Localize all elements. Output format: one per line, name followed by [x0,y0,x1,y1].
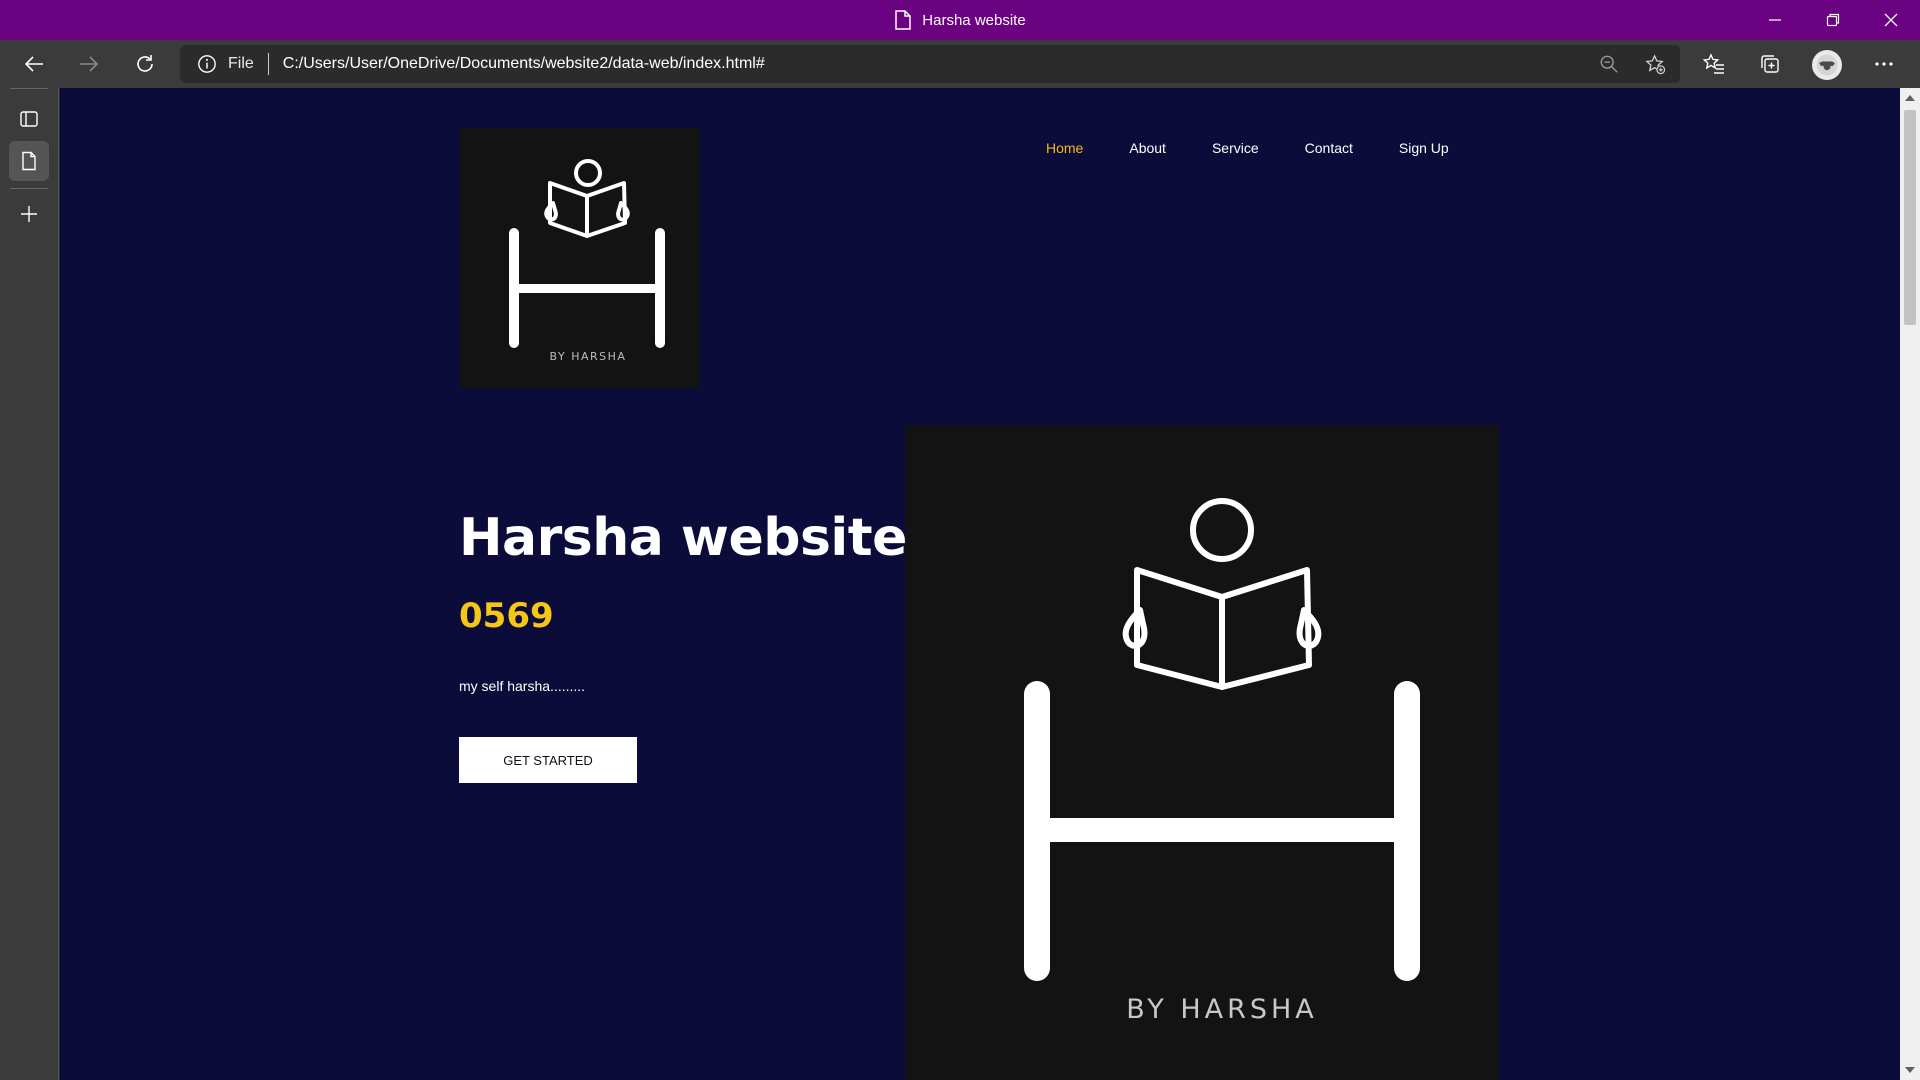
info-icon [198,55,216,73]
get-started-button[interactable]: GET STARTED [459,737,637,783]
site-info-button[interactable] [196,53,218,75]
forward-icon [80,56,99,72]
scroll-thumb[interactable] [1904,110,1916,325]
browser-toolbar: File C:/Users/User/OneDrive/Documents/we… [0,40,1920,88]
collections-icon [1761,55,1779,73]
window-titlebar: Harsha website [0,0,1920,40]
tab-harsha-website[interactable] [9,141,49,181]
scroll-up-arrow[interactable] [1905,95,1915,101]
main-nav: Home About Service Contact Sign Up [1046,136,1495,160]
back-button[interactable] [14,44,54,84]
back-icon [24,56,43,72]
window-title: Harsha website [922,11,1026,29]
hero-title: Harsha website [459,508,907,568]
zoom-out-icon [1600,55,1618,73]
address-bar[interactable]: File C:/Users/User/OneDrive/Documents/we… [180,45,1680,83]
hero-logo-image: BY HARSHA [905,425,1499,1080]
url-text[interactable]: C:/Users/User/OneDrive/Documents/website… [283,55,765,73]
tab-actions-button[interactable] [9,99,49,139]
close-icon [1884,13,1898,27]
add-favorite-icon [1644,53,1665,74]
window-title-group: Harsha website [0,0,1920,40]
tab-actions-icon [20,111,38,127]
logo-brand-text: BY HARSHA [550,350,627,363]
reader-logo-large-icon: BY HARSHA [1024,498,1420,1025]
more-icon [1875,62,1893,66]
sidebar-divider [10,88,48,89]
add-favorite-button[interactable] [1642,51,1668,77]
close-button[interactable] [1862,0,1920,40]
new-tab-button[interactable] [9,194,49,234]
restore-icon [1826,13,1840,27]
profile-button[interactable] [1812,50,1842,80]
hero-number: 0569 [459,596,554,636]
scroll-down-arrow[interactable] [1905,1067,1915,1073]
nav-contact[interactable]: Contact [1305,140,1353,156]
site-logo[interactable]: BY HARSHA [460,128,700,388]
tab-page-icon [22,151,36,171]
nav-sign-up[interactable]: Sign Up [1399,140,1449,156]
profile-icon [1816,54,1838,76]
nav-service[interactable]: Service [1212,140,1259,156]
refresh-icon [137,55,153,72]
zoom-button[interactable] [1596,51,1622,77]
nav-home[interactable]: Home [1046,140,1083,156]
sidebar-divider [10,188,48,189]
page-viewport: BY HARSHA Home About Service Contact Sig… [60,88,1900,1080]
url-separator [267,53,269,75]
minimize-button[interactable] [1746,0,1804,40]
favorites-icon [1703,53,1724,74]
hero-logo-brand-text: BY HARSHA [1126,994,1318,1025]
new-tab-icon [21,206,37,222]
page-icon [895,10,912,30]
favorites-button[interactable] [1694,44,1734,84]
restore-button[interactable] [1804,0,1862,40]
refresh-button[interactable] [125,44,165,84]
url-scheme: File [228,55,254,72]
nav-about[interactable]: About [1129,140,1166,156]
minimize-icon [1769,19,1781,21]
page-scrollbar[interactable] [1900,88,1920,1080]
reader-logo-icon: BY HARSHA [509,159,665,363]
hero-description: my self harsha......... [459,678,586,694]
more-button[interactable] [1864,44,1904,84]
vertical-tabs-sidebar [0,88,59,1080]
collections-button[interactable] [1750,44,1790,84]
forward-button[interactable] [69,44,109,84]
